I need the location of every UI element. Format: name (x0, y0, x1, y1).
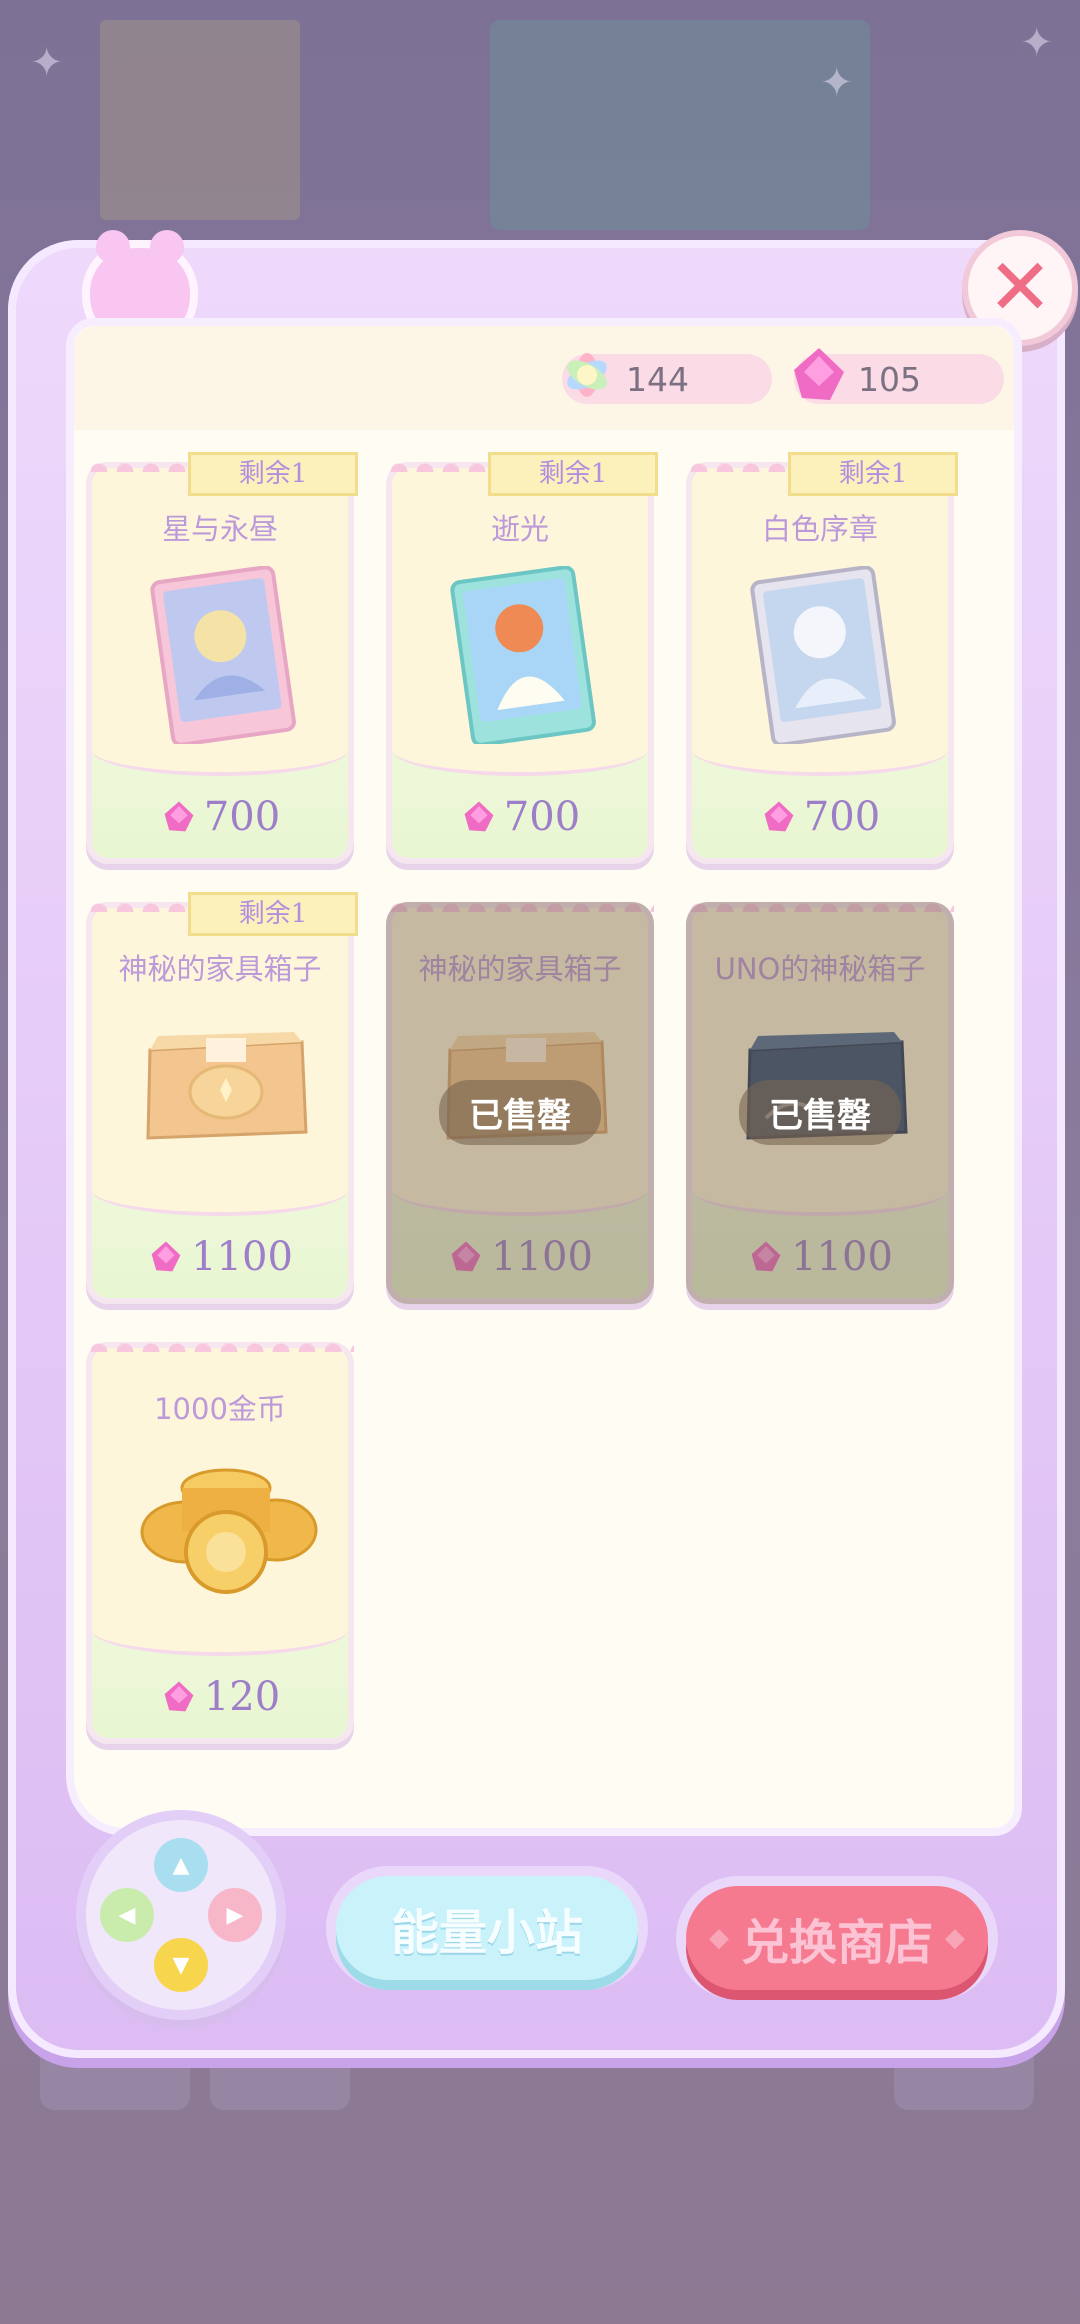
product-card-sold-out[interactable]: UNO的神秘箱子 1100 已售罄 (686, 890, 954, 1304)
pink-gem-count: 105 (858, 359, 921, 399)
background-building (490, 20, 870, 230)
product-card[interactable]: 剩余1 星与永昼 700 (86, 450, 358, 864)
product-title: 白色序章 (761, 512, 878, 546)
gold-coins-image (140, 1468, 318, 1594)
exchange-shop-button[interactable]: ◆ 兑换商店 ◆ (686, 1886, 988, 1990)
pink-gem-icon (764, 801, 794, 832)
product-card[interactable]: 剩余1 神秘的家具箱子 1100 (86, 890, 358, 1304)
right-arrow-icon[interactable]: ▶ (208, 1888, 262, 1942)
exchange-shop-label: 兑换商店 (740, 1915, 933, 1971)
sparkle-icon: ✦ (820, 60, 854, 106)
product-title: 逝光 (490, 512, 549, 546)
price-value: 700 (503, 794, 581, 840)
price: 1100 (92, 1234, 348, 1280)
rainbow-gem-counter: 144 (562, 353, 772, 404)
rainbow-gem-count: 144 (626, 359, 689, 399)
energy-station-label: 能量小站 (390, 1905, 583, 1961)
price: 120 (92, 1674, 348, 1720)
price-value: 120 (203, 1674, 281, 1720)
price-value: 1100 (191, 1234, 293, 1280)
direction-pad[interactable]: ▲ ◀ ▶ ▼ (86, 1820, 276, 2010)
diamond-icon: ◆ (708, 1923, 729, 1953)
down-arrow-icon[interactable]: ▼ (154, 1938, 208, 1992)
pink-gem-icon (164, 1681, 194, 1712)
remaining-badge: 剩余1 (188, 452, 358, 496)
energy-station-button[interactable]: 能量小站 (336, 1876, 638, 1980)
price: 700 (392, 794, 648, 840)
background-frame (100, 20, 300, 220)
sold-out-label: 已售罄 (439, 1080, 601, 1145)
product-title: 1000金币 (154, 1392, 286, 1426)
close-icon: ✕ (987, 243, 1053, 333)
sold-out-label: 已售罄 (739, 1080, 901, 1145)
price-value: 700 (203, 794, 281, 840)
product-title: 神秘的家具箱子 (118, 952, 322, 986)
price: 700 (692, 794, 948, 840)
up-arrow-icon[interactable]: ▲ (154, 1838, 208, 1892)
left-arrow-icon[interactable]: ◀ (100, 1888, 154, 1942)
product-card[interactable]: 剩余1 白色序章 700 (686, 450, 958, 864)
rainbow-gem-icon (567, 353, 607, 397)
pink-gem-icon (151, 1241, 181, 1272)
product-card[interactable]: 剩余1 逝光 700 (386, 450, 658, 864)
pink-gem-counter: 105 (794, 348, 1004, 404)
remaining-badge: 剩余1 (788, 452, 958, 496)
tarot-card-image (150, 566, 296, 744)
product-title: 星与永昼 (161, 512, 278, 546)
product-card[interactable]: 1000金币 120 (86, 1330, 354, 1744)
pink-gem-icon (164, 801, 194, 832)
sparkle-icon: ✦ (1020, 20, 1054, 66)
price-value: 700 (803, 794, 881, 840)
diamond-icon: ◆ (945, 1923, 965, 1953)
pink-gem-icon (464, 801, 494, 832)
tarot-card-image (450, 566, 596, 744)
price: 700 (92, 794, 348, 840)
sparkle-icon: ✦ (30, 40, 64, 86)
currency-bar: 144 105 (74, 326, 1014, 430)
remaining-badge: 剩余1 (488, 452, 658, 496)
tarot-card-image (750, 566, 896, 744)
remaining-badge: 剩余1 (188, 892, 358, 936)
pink-gem-icon (794, 348, 844, 400)
product-card-sold-out[interactable]: 神秘的家具箱子 1100 已售罄 (386, 890, 654, 1304)
furniture-box-image (146, 1032, 308, 1140)
